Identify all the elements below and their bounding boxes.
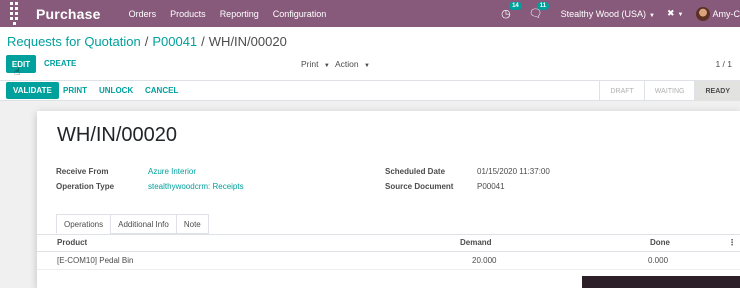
- tab-note[interactable]: Note: [175, 214, 209, 234]
- user-avatar[interactable]: [695, 6, 710, 21]
- breadcrumb-current: WH/IN/00020: [208, 34, 287, 49]
- operation-type-label: Operation Type: [56, 182, 115, 191]
- breadcrumb-rfq-link[interactable]: Requests for Quotation: [7, 34, 141, 49]
- menu-configuration[interactable]: Configuration: [273, 9, 327, 19]
- tab-operations[interactable]: Operations: [56, 214, 112, 234]
- tab-additional-info[interactable]: Additional Info: [110, 214, 177, 234]
- action-dropdown[interactable]: Action ▼: [335, 59, 370, 69]
- print-dropdown-label: Print: [301, 59, 319, 69]
- column-header-product[interactable]: Product: [57, 238, 87, 247]
- scheduled-date-label: Scheduled Date: [385, 167, 446, 176]
- table-header-divider: [37, 251, 740, 252]
- breadcrumb-separator: /: [201, 34, 205, 49]
- control-panel: Requests for Quotation / P00041/WH/IN/0002…: [0, 27, 740, 81]
- scheduled-date-value: 01/15/2020 11:37:00: [477, 167, 550, 176]
- table-row-divider: [37, 269, 740, 270]
- column-options-icon[interactable]: ⋮: [728, 238, 736, 247]
- pager-value[interactable]: 1 / 1: [715, 59, 732, 69]
- notebook-tabs: Operations Additional Info Note: [56, 214, 209, 234]
- stage-waiting[interactable]: WAITING: [643, 81, 695, 101]
- receive-from-link[interactable]: Azure Interior: [148, 167, 196, 176]
- mouse-cursor-icon: ☝: [14, 67, 21, 78]
- top-navbar: Purchase Orders Products Reporting Confi…: [0, 0, 740, 27]
- webcam-overlay: [582, 276, 740, 288]
- unlock-button[interactable]: UNLOCK: [99, 86, 133, 95]
- menu-reporting[interactable]: Reporting: [220, 9, 259, 19]
- caret-down-icon: ▼: [649, 12, 655, 19]
- tabs-divider: [37, 234, 740, 235]
- validate-button[interactable]: VALIDATE: [6, 82, 59, 99]
- caret-down-icon: ▼: [364, 63, 370, 69]
- activity-count-badge: 14: [509, 2, 522, 10]
- operation-type-link[interactable]: stealthywoodcrm: Receipts: [148, 182, 244, 191]
- column-header-done[interactable]: Done: [650, 238, 670, 247]
- cancel-button[interactable]: CANCEL: [145, 86, 178, 95]
- action-dropdown-label: Action: [335, 59, 359, 69]
- debug-menu[interactable]: ✖ ▼: [667, 8, 684, 19]
- clock-icon: ◷: [501, 8, 511, 20]
- menu-products[interactable]: Products: [170, 9, 206, 19]
- stage-pipeline: DRAFT WAITING READY: [599, 81, 740, 101]
- menu-orders[interactable]: Orders: [129, 9, 157, 19]
- breadcrumb: Requests for Quotation / P00041/WH/IN/0002…: [7, 34, 287, 49]
- status-bar: VALIDATE PRINT UNLOCK CANCEL DRAFT WAITI…: [0, 81, 740, 101]
- activity-button[interactable]: ◷ 14: [501, 2, 522, 20]
- row-demand: 20.000: [472, 256, 497, 265]
- caret-down-icon: ▼: [323, 63, 330, 69]
- source-document-label: Source Document: [385, 182, 454, 191]
- company-name: Stealthy Wood (USA): [560, 8, 647, 19]
- messages-count-badge: 11: [536, 2, 550, 10]
- apps-menu-icon[interactable]: [0, 0, 28, 27]
- record-title: WH/IN/00020: [57, 124, 178, 146]
- source-document-value: P00041: [477, 182, 505, 191]
- print-dropdown[interactable]: Print ▼: [301, 59, 330, 69]
- form-sheet: WH/IN/00020 Receive From Azure Interior …: [37, 111, 740, 288]
- company-switcher[interactable]: Stealthy Wood (USA) ▼: [561, 9, 655, 19]
- column-header-demand[interactable]: Demand: [460, 238, 492, 247]
- tools-icon: ✖: [667, 8, 675, 18]
- caret-down-icon: ▼: [677, 12, 684, 18]
- receive-from-label: Receive From: [56, 167, 109, 176]
- stage-draft[interactable]: DRAFT: [599, 81, 643, 101]
- breadcrumb-po-link[interactable]: P00041: [152, 34, 197, 49]
- edit-button[interactable]: EDIT: [6, 55, 36, 73]
- breadcrumb-separator: /: [144, 34, 149, 49]
- messages-button[interactable]: 🗨 11: [529, 2, 550, 20]
- stage-ready[interactable]: READY: [694, 81, 740, 101]
- app-title: Purchase: [36, 5, 101, 22]
- print-button[interactable]: PRINT: [63, 86, 87, 95]
- create-button[interactable]: CREATE: [44, 59, 76, 68]
- user-name[interactable]: Amy-C: [713, 9, 740, 19]
- row-product: [E-COM10] Pedal Bin: [57, 256, 134, 265]
- row-done: 0.000: [648, 256, 669, 265]
